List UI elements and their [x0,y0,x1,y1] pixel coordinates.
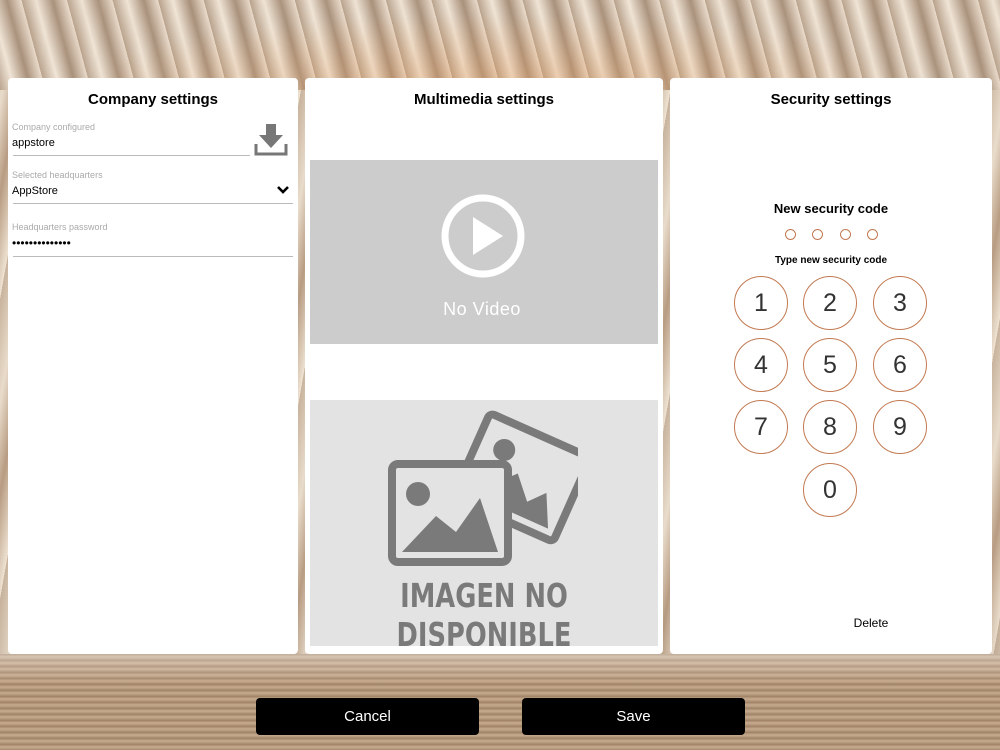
image-not-available-label: IMAGEN NO DISPONIBLE [396,576,572,646]
keypad-key-0[interactable]: 0 [803,463,857,517]
download-button[interactable] [254,122,288,156]
code-dot [840,229,851,240]
save-button[interactable]: Save [522,698,745,735]
company-settings-title: Company settings [87,91,219,108]
code-dot [785,229,796,240]
keypad-key-9[interactable]: 9 [873,400,927,454]
new-security-code-title: New security code [773,201,889,216]
image-placeholder[interactable]: IMAGEN NO DISPONIBLE [310,400,658,646]
selected-headquarters-label: Selected headquarters [12,170,103,180]
chevron-down-icon[interactable] [276,185,290,195]
headquarters-password-input[interactable]: •••••••••••••• [12,236,71,250]
video-placeholder[interactable]: No Video [310,160,658,344]
company-configured-input[interactable]: appstore [12,137,55,149]
keypad-key-7[interactable]: 7 [734,400,788,454]
keypad-key-8[interactable]: 8 [803,400,857,454]
play-icon [441,194,525,278]
security-settings-title: Security settings [770,91,892,108]
headquarters-password-label: Headquarters password [12,222,108,232]
password-field-underline [13,256,293,257]
multimedia-settings-panel: Multimedia settings No Video IMAGEN NO D… [305,78,663,654]
image-placeholder-icon [388,410,578,566]
keypad-key-3[interactable]: 3 [873,276,927,330]
background-floor [0,654,1000,750]
keypad-key-5[interactable]: 5 [803,338,857,392]
code-indicator [785,229,880,241]
headquarters-select[interactable]: AppStore [12,185,58,197]
background-ceiling [0,0,1000,90]
keypad-key-6[interactable]: 6 [873,338,927,392]
company-field-underline [13,155,250,156]
company-settings-panel: Company settings Company configured apps… [8,78,298,654]
headquarters-field-underline [13,203,293,204]
code-dot [867,229,878,240]
download-icon [254,124,288,156]
keypad-key-1[interactable]: 1 [734,276,788,330]
security-settings-panel: Security settings New security code Type… [670,78,992,654]
delete-button[interactable]: Delete [846,616,896,630]
cancel-button[interactable]: Cancel [256,698,479,735]
company-configured-label: Company configured [12,122,96,132]
code-dot [812,229,823,240]
type-code-hint: Type new security code [774,255,888,266]
keypad-key-4[interactable]: 4 [734,338,788,392]
no-video-label: No Video [443,299,521,319]
multimedia-settings-title: Multimedia settings [413,91,555,108]
keypad-key-2[interactable]: 2 [803,276,857,330]
